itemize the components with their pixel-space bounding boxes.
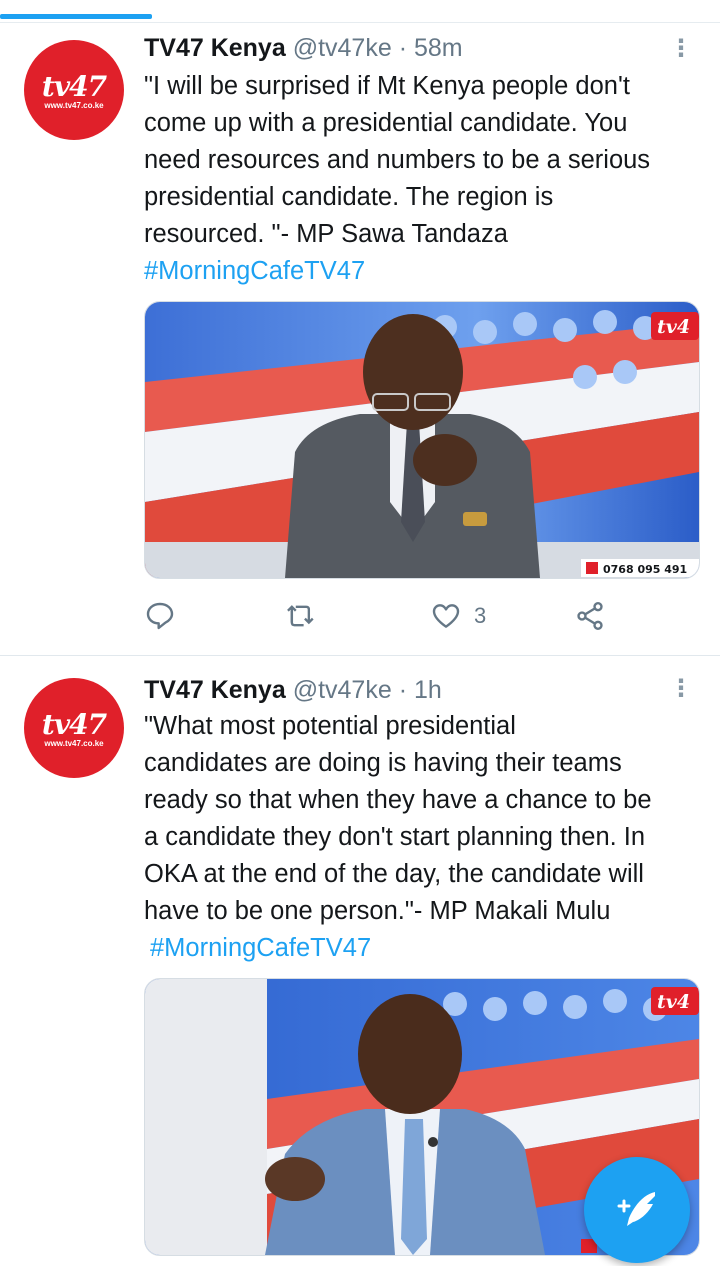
author-handle[interactable]: @tv47ke — [293, 34, 392, 62]
retweet-icon — [287, 605, 314, 627]
tweet-text-line: ready so that when they have a chance to… — [144, 786, 652, 814]
more-icon[interactable]: ⋮ — [666, 34, 696, 64]
more-icon[interactable]: ⋮ — [666, 674, 696, 704]
dot-separator: · — [398, 676, 408, 704]
avatar-logo: tv47 — [41, 708, 107, 741]
like-button[interactable]: 3 — [430, 596, 486, 636]
tweet[interactable]: tv47 www.tv47.co.ke TV47 Kenya @tv47ke ·… — [0, 22, 720, 656]
tweet-text-line: resourced. "- MP Sawa Tandaza — [144, 220, 508, 248]
tweet-text-line: candidates are doing is having their tea… — [144, 749, 622, 777]
reply-button[interactable] — [144, 596, 176, 636]
tweet-text-line: need resources and numbers to be a serio… — [144, 146, 651, 174]
tweet-media-image[interactable]: tv4 0768 095 491 — [144, 301, 700, 579]
tweet-text-line: come up with a presidential candidate. Y… — [144, 109, 628, 137]
reply-icon — [146, 602, 174, 630]
tweet-text-line: presidential candidate. The region is — [144, 183, 554, 211]
tweet-text-line: "What most potential presidential — [144, 712, 516, 740]
corner-logo: tv4 — [657, 316, 690, 338]
corner-logo: tv4 — [657, 991, 690, 1013]
hashtag-link[interactable]: #MorningCafeTV47 — [144, 253, 365, 290]
active-tab-indicator — [0, 14, 152, 19]
like-count: 3 — [474, 603, 487, 628]
tweet-text-line: OKA at the end of the day, the candidate… — [144, 860, 644, 888]
avatar-url: www.tv47.co.ke — [44, 101, 104, 110]
share-button[interactable] — [574, 596, 606, 636]
tweet-text-line: "I will be surprised if Mt Kenya people … — [144, 72, 630, 100]
tweet-text-line: have to be one person."- MP Makali Mulu — [144, 897, 611, 925]
tweet-time: 1h — [413, 676, 442, 704]
avatar[interactable]: tv47 www.tv47.co.ke — [24, 40, 124, 140]
tweet-text: "I will be surprised if Mt Kenya people … — [144, 68, 704, 253]
author-name[interactable]: TV47 Kenya — [144, 34, 286, 62]
like-icon — [432, 604, 460, 628]
share-icon — [577, 602, 603, 630]
tweet-time: 58m — [413, 34, 463, 62]
phone-number: 0768 095 491 — [603, 563, 687, 576]
author-name[interactable]: TV47 Kenya — [144, 676, 286, 704]
tweet-header: TV47 Kenya @tv47ke · 1h — [144, 674, 442, 706]
avatar-url: www.tv47.co.ke — [44, 739, 104, 748]
dot-separator: · — [398, 34, 408, 62]
tweet-text-line: a candidate they don't start planning th… — [144, 823, 646, 851]
avatar[interactable]: tv47 www.tv47.co.ke — [24, 678, 124, 778]
retweet-button[interactable] — [284, 596, 318, 636]
compose-icon — [617, 1192, 655, 1226]
hashtag-link[interactable]: #MorningCafeTV47 — [150, 930, 371, 967]
avatar-logo: tv47 — [41, 70, 107, 103]
studio-photo: tv4 0768 095 491 — [145, 302, 699, 578]
compose-tweet-button[interactable] — [584, 1157, 690, 1263]
tweet-actions: 3 — [144, 596, 624, 636]
top-tab-bar — [0, 0, 720, 23]
author-handle[interactable]: @tv47ke — [293, 676, 392, 704]
tweet-header: TV47 Kenya @tv47ke · 58m — [144, 32, 463, 64]
tweet-text: "What most potential presidential candid… — [144, 708, 704, 930]
